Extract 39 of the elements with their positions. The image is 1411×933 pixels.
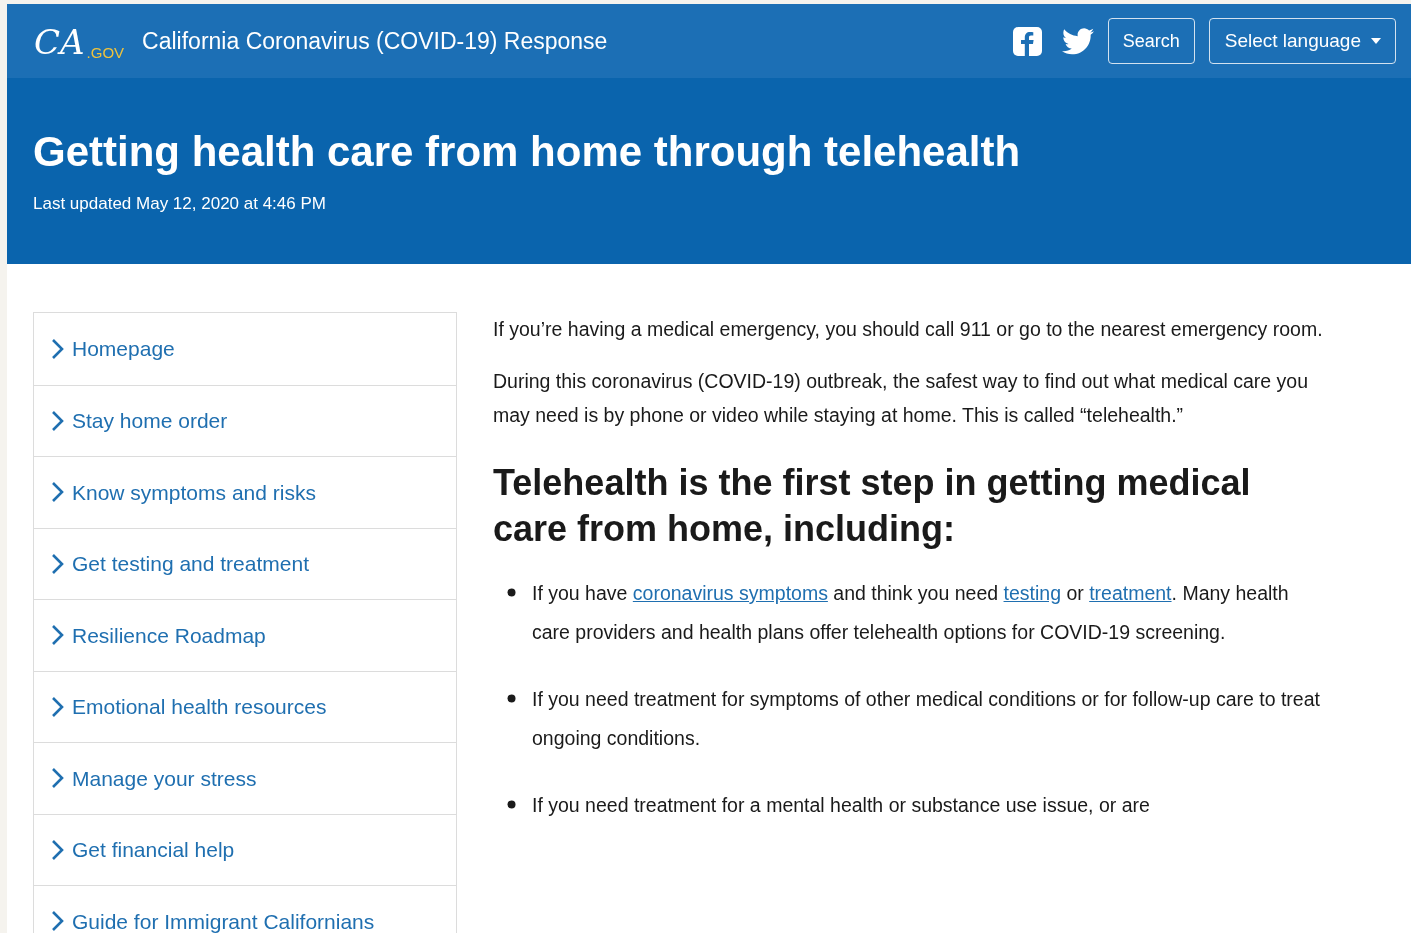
language-select[interactable]: Select language — [1208, 18, 1396, 64]
search-button[interactable]: Search — [1107, 18, 1195, 64]
chevron-right-icon — [51, 481, 64, 504]
chevron-right-icon — [51, 910, 64, 933]
list-item-text: If you need treatment for symptoms of other medical conditions or for follow-up care to treat ongoing conditions. — [532, 687, 1321, 751]
logo[interactable]: CA.GOV — [34, 14, 125, 68]
sidebar-link[interactable]: Homepage — [34, 313, 456, 385]
page-title: Getting health care from home through telehealth — [33, 127, 1022, 177]
site-title: California Coronavirus (COVID-19) Response — [142, 26, 608, 56]
bullet-icon — [507, 800, 516, 809]
sidebar-link[interactable]: Manage your stress — [34, 742, 456, 814]
chevron-right-icon — [51, 838, 64, 861]
chevron-right-icon — [51, 624, 64, 647]
chevron-right-icon — [51, 337, 64, 360]
chevron-right-icon — [51, 409, 64, 432]
inline-link[interactable]: treatment — [1089, 582, 1172, 604]
sidebar-link[interactable]: Get financial help — [34, 813, 456, 885]
sidebar-link[interactable]: Resilience Roadmap — [34, 599, 456, 671]
chevron-right-icon — [51, 767, 64, 790]
sidebar-link[interactable]: Know symptoms and risks — [34, 456, 456, 528]
bird-icon[interactable] — [1061, 27, 1094, 55]
section-heading: Telehealth is the first step in getting medical care from home, including: — [493, 461, 1252, 551]
list-item-text: If you have coronavirus symptoms and think you need testing or treatment. Many health care providers and health plans offer telehealth options for COVID-19 screening. — [532, 581, 1290, 645]
sidebar-link[interactable]: Guide for Immigrant Californians — [34, 885, 456, 933]
paragraph: During this coronavirus (COVID-19) outbreak, the safest way to find out what medical care you may need is by phone or video while staying at home. This is called “telehealth.” — [493, 369, 1310, 428]
sidebar-link[interactable]: Emotional health resources — [34, 670, 456, 742]
last-updated: Last updated May 12, 2020 at 4:46 PM — [33, 192, 327, 215]
caret-icon — [1371, 38, 1381, 44]
chevron-right-icon — [51, 695, 64, 718]
bullet-icon — [507, 694, 516, 703]
bullet-icon — [507, 588, 516, 597]
paragraph: If you’re having a medical emergency, you should call 911 or go to the nearest emergency room. — [493, 317, 1323, 342]
list-item-text: If you need treatment for a mental health or substance use issue, or are — [532, 793, 1151, 818]
chevron-right-icon — [51, 552, 64, 575]
sidebar-link[interactable]: Stay home order — [34, 384, 456, 456]
sidebar-link[interactable]: Get testing and treatment — [34, 527, 456, 599]
inline-link[interactable]: testing — [1003, 582, 1061, 604]
inline-link[interactable]: coronavirus symptoms — [632, 582, 828, 604]
facebook-icon[interactable] — [1012, 26, 1042, 56]
